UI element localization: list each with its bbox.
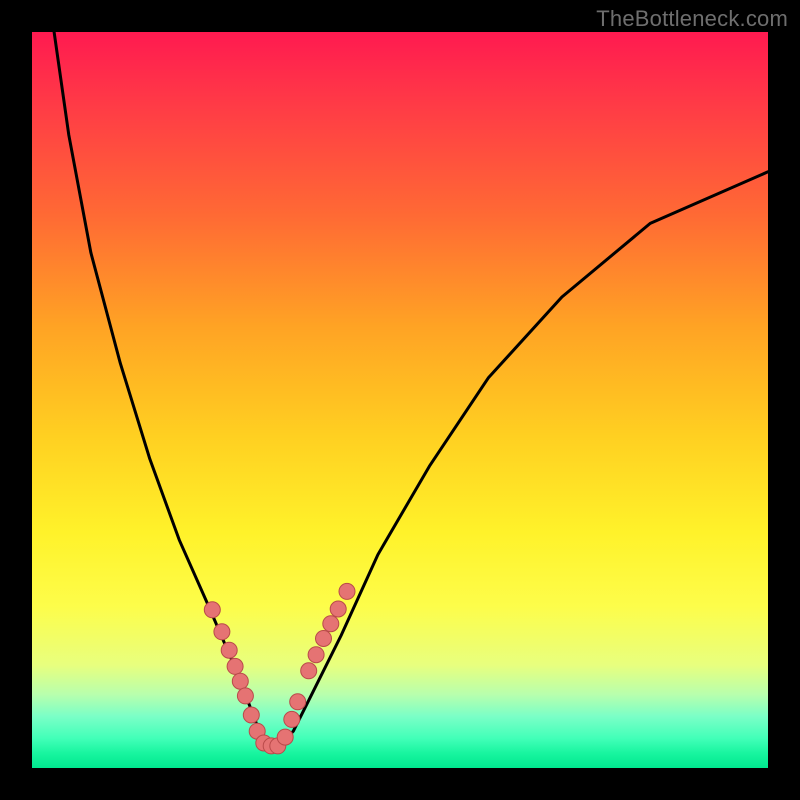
curve-svg — [32, 32, 768, 768]
curve-marker — [301, 663, 317, 679]
watermark-text: TheBottleneck.com — [596, 6, 788, 32]
curve-marker — [290, 694, 306, 710]
curve-marker — [316, 631, 332, 647]
plot-area — [32, 32, 768, 768]
curve-marker — [227, 658, 243, 674]
chart-frame: TheBottleneck.com — [0, 0, 800, 800]
curve-marker — [284, 711, 300, 727]
curve-marker — [277, 729, 293, 745]
curve-marker — [323, 616, 339, 632]
curve-marker — [237, 688, 253, 704]
curve-marker — [243, 707, 259, 723]
bottleneck-curve — [54, 32, 768, 746]
curve-marker — [214, 624, 230, 640]
curve-line — [54, 32, 768, 746]
curve-marker — [339, 583, 355, 599]
curve-marker — [308, 647, 324, 663]
curve-marker — [330, 601, 346, 617]
curve-markers — [204, 583, 355, 754]
curve-marker — [204, 602, 220, 618]
curve-marker — [232, 673, 248, 689]
curve-marker — [221, 642, 237, 658]
